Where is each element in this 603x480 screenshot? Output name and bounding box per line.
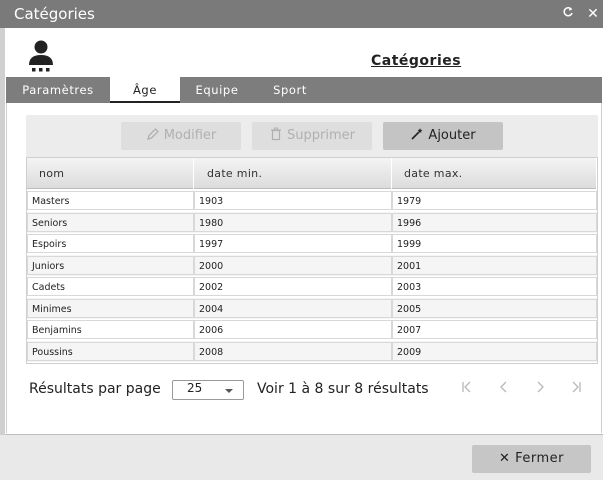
table-cell: 2004: [194, 298, 392, 318]
tab-label: Âge: [132, 83, 158, 97]
column-header-date-max[interactable]: date max.: [392, 158, 597, 189]
tab-label: Equipe: [195, 83, 239, 97]
categories-table: nom date min. date max. Masters 1903 1979 S…: [26, 157, 598, 364]
pencil-icon: [146, 124, 160, 140]
table-row[interactable]: Minimes 2004 2005: [27, 297, 597, 319]
caret-down-icon: [225, 389, 233, 393]
magic-wand-icon: [410, 124, 424, 140]
close-x-icon: ✕: [499, 451, 511, 466]
table-cell: Masters: [27, 191, 194, 210]
table-cell: 2005: [392, 298, 597, 318]
next-page-icon[interactable]: [529, 380, 551, 400]
column-header-nom[interactable]: nom: [27, 158, 194, 189]
delete-label: Supprimer: [287, 128, 355, 143]
results-summary: Voir 1 à 8 sur 8 résultats: [257, 381, 429, 397]
table-cell: Poussins: [27, 341, 194, 361]
column-label: nom: [39, 167, 65, 180]
column-label: date min.: [207, 167, 263, 180]
table-cell: 2001: [392, 255, 597, 275]
table-row[interactable]: Poussins 2008 2009: [27, 340, 597, 362]
close-button[interactable]: ✕ Fermer: [472, 445, 591, 473]
table-cell: 1980: [194, 212, 392, 232]
table-cell: Cadets: [27, 277, 194, 296]
table-cell: Espoirs: [27, 234, 194, 253]
per-page-label: Résultats par page: [29, 381, 161, 397]
user-icon: [27, 39, 55, 73]
tab-parametres[interactable]: Paramètres: [8, 77, 108, 103]
tab-age[interactable]: Âge: [110, 77, 180, 103]
table-row[interactable]: Cadets 2002 2003: [27, 276, 597, 298]
table-cell: 2000: [194, 255, 392, 275]
table-cell: 1997: [194, 234, 392, 253]
add-button[interactable]: Ajouter: [383, 122, 503, 150]
table-cell: 1903: [194, 191, 392, 210]
per-page-value: 25: [187, 381, 203, 395]
table-row[interactable]: Masters 1903 1979: [27, 190, 597, 212]
table-row[interactable]: Benjamins 2006 2007: [27, 319, 597, 341]
table-cell: 1979: [392, 191, 597, 210]
window-edge: [0, 28, 5, 435]
table-cell: Juniors: [27, 255, 194, 275]
table-row[interactable]: Juniors 2000 2001: [27, 254, 597, 276]
table-cell: 2009: [392, 341, 597, 361]
tab-sport[interactable]: Sport: [260, 77, 320, 103]
first-page-icon[interactable]: [456, 380, 478, 400]
table-row[interactable]: Espoirs 1997 1999: [27, 233, 597, 255]
table-row[interactable]: Seniors 1980 1996: [27, 211, 597, 233]
add-label: Ajouter: [428, 128, 476, 143]
previous-page-icon[interactable]: [493, 380, 515, 400]
refresh-icon[interactable]: [559, 4, 577, 24]
last-page-icon[interactable]: [565, 380, 587, 400]
table-cell: Minimes: [27, 298, 194, 318]
table-cell: Benjamins: [27, 320, 194, 339]
tab-equipe[interactable]: Equipe: [186, 77, 248, 103]
close-label: Fermer: [515, 451, 564, 466]
table-cell: Seniors: [27, 212, 194, 232]
tab-label: Sport: [273, 83, 307, 97]
table-cell: 1999: [392, 234, 597, 253]
modify-label: Modifier: [163, 128, 217, 143]
delete-button[interactable]: Supprimer: [252, 122, 372, 150]
tab-label: Paramètres: [22, 83, 94, 97]
tab-bar: Paramètres Âge Equipe Sport: [6, 77, 602, 103]
table-cell: 2008: [194, 341, 392, 361]
table-cell: 2003: [392, 277, 597, 296]
table-cell: 2002: [194, 277, 392, 296]
modify-button[interactable]: Modifier: [121, 122, 241, 150]
trash-icon: [269, 124, 283, 141]
window-title: Catégories: [14, 5, 95, 23]
page-title: Catégories: [371, 53, 462, 69]
window-titlebar: Catégories ✕: [0, 0, 603, 28]
close-icon[interactable]: ✕: [584, 4, 602, 24]
column-label: date max.: [404, 167, 463, 180]
per-page-select[interactable]: 25: [172, 380, 244, 400]
table-cell: 2006: [194, 320, 392, 339]
table-cell: 1996: [392, 212, 597, 232]
table-toolbar: Modifier Supprimer Ajouter: [26, 115, 598, 157]
table-cell: 2007: [392, 320, 597, 339]
column-header-date-min[interactable]: date min.: [194, 158, 392, 189]
table-header: nom date min. date max.: [27, 158, 597, 189]
